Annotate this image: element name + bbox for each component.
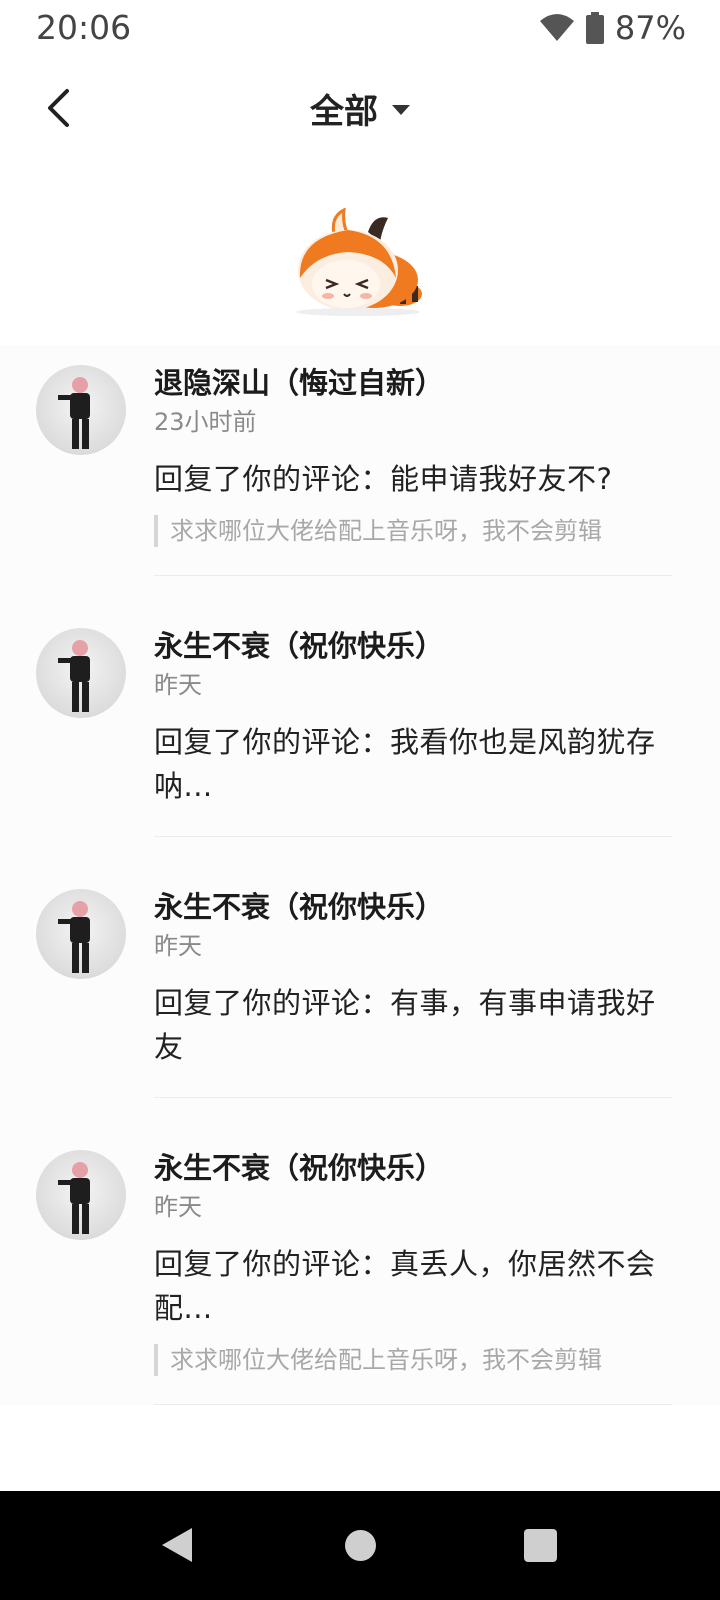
caret-down-icon xyxy=(392,105,410,115)
timestamp: 昨天 xyxy=(154,1193,202,1221)
list-item[interactable]: 永生不衰（祝你快乐） 昨天 回复了你的评论：我看你也是风韵犹存呐... xyxy=(0,576,720,836)
header: 全部 xyxy=(0,70,720,146)
quoted-comment[interactable]: 求求哪位大佬给配上音乐呀，我不会剪辑 xyxy=(154,515,684,547)
avatar[interactable] xyxy=(36,628,126,718)
timestamp: 昨天 xyxy=(154,932,202,960)
avatar-image xyxy=(58,640,90,712)
list-item[interactable]: 退隐深山（悔过自新） 23小时前 回复了你的评论：能申请我好友不? 求求哪位大佬… xyxy=(0,345,720,575)
notification-list: 退隐深山（悔过自新） 23小时前 回复了你的评论：能申请我好友不? 求求哪位大佬… xyxy=(0,345,720,1405)
divider xyxy=(154,1404,672,1405)
list-item[interactable]: 永生不衰（祝你快乐） 昨天 回复了你的评论：有事，有事申请我好友 xyxy=(0,837,720,1097)
screen: 20:06 87% 全部 退隐深山（悔过自新） 23小时前 回复了你的评论：能申… xyxy=(0,0,720,1600)
filter-dropdown[interactable]: 全部 xyxy=(0,70,720,146)
avatar-image xyxy=(58,377,90,449)
user-name[interactable]: 退隐深山（悔过自新） xyxy=(154,363,684,403)
mascot-illustration xyxy=(296,208,422,316)
nav-back-icon[interactable] xyxy=(162,1528,192,1562)
battery-percentage: 87% xyxy=(614,9,686,47)
status-indicators: 87% xyxy=(539,8,686,48)
avatar-image xyxy=(58,1162,90,1234)
system-nav-bar xyxy=(0,1491,720,1600)
user-name[interactable]: 永生不衰（祝你快乐） xyxy=(154,626,684,666)
reply-content[interactable]: 回复了你的评论：我看你也是风韵犹存呐... xyxy=(154,720,684,808)
nav-home-icon[interactable] xyxy=(345,1530,376,1561)
nav-recents-icon[interactable] xyxy=(524,1529,557,1562)
wifi-icon xyxy=(539,14,574,41)
avatar[interactable] xyxy=(36,365,126,455)
page-title: 全部 xyxy=(310,91,378,132)
reply-content[interactable]: 回复了你的评论：有事，有事申请我好友 xyxy=(154,981,684,1069)
user-name[interactable]: 永生不衰（祝你快乐） xyxy=(154,887,684,927)
timestamp: 23小时前 xyxy=(154,408,257,436)
battery-icon xyxy=(585,12,604,44)
status-bar: 20:06 87% xyxy=(0,0,720,56)
reply-content[interactable]: 回复了你的评论：能申请我好友不? xyxy=(154,457,684,501)
timestamp: 昨天 xyxy=(154,671,202,699)
avatar-image xyxy=(58,901,90,973)
user-name[interactable]: 永生不衰（祝你快乐） xyxy=(154,1148,684,1188)
quoted-comment[interactable]: 求求哪位大佬给配上音乐呀，我不会剪辑 xyxy=(154,1344,684,1376)
list-item[interactable]: 永生不衰（祝你快乐） 昨天 回复了你的评论：真丢人，你居然不会配... 求求哪位… xyxy=(0,1098,720,1404)
status-time: 20:06 xyxy=(36,8,132,47)
avatar[interactable] xyxy=(36,889,126,979)
avatar[interactable] xyxy=(36,1150,126,1240)
reply-content[interactable]: 回复了你的评论：真丢人，你居然不会配... xyxy=(154,1242,684,1330)
